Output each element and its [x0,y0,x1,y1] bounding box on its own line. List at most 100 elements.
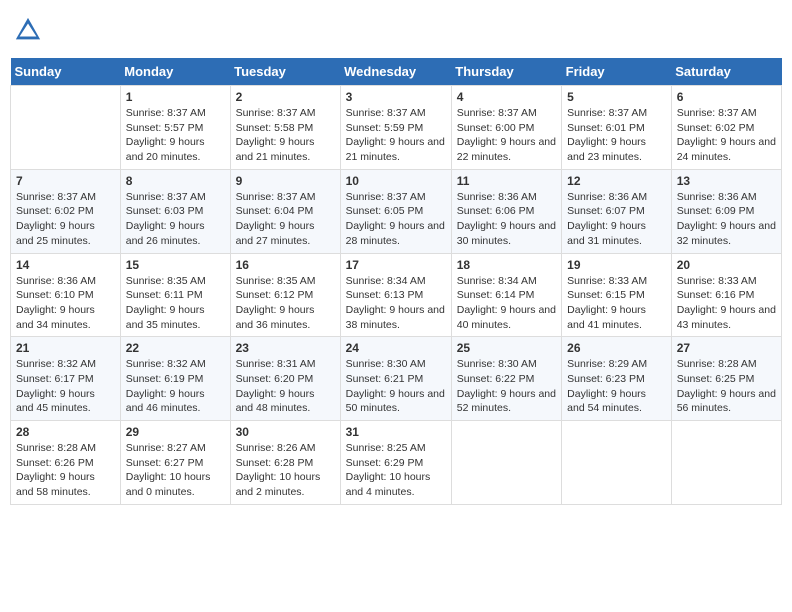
calendar-cell: 22 Sunrise: 8:32 AMSunset: 6:19 PMDayligh… [120,337,230,421]
day-number: 1 [126,90,225,104]
calendar-cell: 14 Sunrise: 8:36 AMSunset: 6:10 PMDayligh… [11,253,121,337]
calendar-cell: 23 Sunrise: 8:31 AMSunset: 6:20 PMDayligh… [230,337,340,421]
day-info: Sunrise: 8:32 AMSunset: 6:19 PMDaylight:… [126,357,225,416]
day-number: 23 [236,341,335,355]
day-number: 14 [16,258,115,272]
day-number: 8 [126,174,225,188]
weekday-header-saturday: Saturday [671,58,781,86]
weekday-header-friday: Friday [562,58,672,86]
day-number: 7 [16,174,115,188]
day-info: Sunrise: 8:36 AMSunset: 6:10 PMDaylight:… [16,274,115,333]
day-info: Sunrise: 8:32 AMSunset: 6:17 PMDaylight:… [16,357,115,416]
day-number: 5 [567,90,666,104]
day-info: Sunrise: 8:28 AMSunset: 6:26 PMDaylight:… [16,441,115,500]
day-info: Sunrise: 8:36 AMSunset: 6:06 PMDaylight:… [457,190,556,249]
logo-icon [14,16,42,44]
day-number: 2 [236,90,335,104]
week-row-4: 21 Sunrise: 8:32 AMSunset: 6:17 PMDayligh… [11,337,782,421]
calendar-cell: 20 Sunrise: 8:33 AMSunset: 6:16 PMDayligh… [671,253,781,337]
logo [14,16,44,44]
weekday-header-monday: Monday [120,58,230,86]
calendar-cell: 21 Sunrise: 8:32 AMSunset: 6:17 PMDayligh… [11,337,121,421]
day-number: 29 [126,425,225,439]
day-number: 28 [16,425,115,439]
day-info: Sunrise: 8:25 AMSunset: 6:29 PMDaylight:… [346,441,446,500]
day-number: 13 [677,174,776,188]
calendar-cell: 31 Sunrise: 8:25 AMSunset: 6:29 PMDayligh… [340,421,451,505]
calendar-cell: 13 Sunrise: 8:36 AMSunset: 6:09 PMDayligh… [671,169,781,253]
day-info: Sunrise: 8:33 AMSunset: 6:15 PMDaylight:… [567,274,666,333]
day-info: Sunrise: 8:36 AMSunset: 6:09 PMDaylight:… [677,190,776,249]
calendar-cell: 19 Sunrise: 8:33 AMSunset: 6:15 PMDayligh… [562,253,672,337]
calendar-cell: 5 Sunrise: 8:37 AMSunset: 6:01 PMDaylight… [562,86,672,170]
calendar-cell: 2Sunrise: 8:37 AMSunset: 5:58 PMDaylight… [230,86,340,170]
day-number: 30 [236,425,335,439]
page-header [10,10,782,50]
calendar-cell: 27 Sunrise: 8:28 AMSunset: 6:25 PMDayligh… [671,337,781,421]
day-info: Sunrise: 8:30 AMSunset: 6:22 PMDaylight:… [457,357,556,416]
day-info: Sunrise: 8:30 AMSunset: 6:21 PMDaylight:… [346,357,446,416]
day-info: Sunrise: 8:27 AMSunset: 6:27 PMDaylight:… [126,441,225,500]
day-number: 24 [346,341,446,355]
day-number: 19 [567,258,666,272]
day-number: 22 [126,341,225,355]
weekday-header-wednesday: Wednesday [340,58,451,86]
calendar-cell: 24 Sunrise: 8:30 AMSunset: 6:21 PMDayligh… [340,337,451,421]
calendar-cell: 17Sunrise: 8:34 AMSunset: 6:13 PMDayligh… [340,253,451,337]
day-number: 15 [126,258,225,272]
day-info: Sunrise: 8:37 AMSunset: 5:59 PMDaylight:… [346,106,446,165]
day-info: Sunrise: 8:37 AMSunset: 6:00 PMDaylight:… [457,106,556,165]
weekday-header-tuesday: Tuesday [230,58,340,86]
calendar-cell: 11 Sunrise: 8:36 AMSunset: 6:06 PMDayligh… [451,169,561,253]
calendar-cell: 15 Sunrise: 8:35 AMSunset: 6:11 PMDayligh… [120,253,230,337]
day-info: Sunrise: 8:37 AMSunset: 6:05 PMDaylight:… [346,190,446,249]
day-number: 18 [457,258,556,272]
day-info: Sunrise: 8:37 AMSunset: 6:02 PMDaylight:… [677,106,776,165]
day-number: 27 [677,341,776,355]
day-number: 6 [677,90,776,104]
calendar-cell: 26Sunrise: 8:29 AMSunset: 6:23 PMDayligh… [562,337,672,421]
day-number: 26 [567,341,666,355]
calendar-cell: 16 Sunrise: 8:35 AMSunset: 6:12 PMDayligh… [230,253,340,337]
day-info: Sunrise: 8:37 AMSunset: 6:01 PMDaylight:… [567,106,666,165]
calendar-cell: 29 Sunrise: 8:27 AMSunset: 6:27 PMDayligh… [120,421,230,505]
day-number: 10 [346,174,446,188]
day-info: Sunrise: 8:33 AMSunset: 6:16 PMDaylight:… [677,274,776,333]
calendar-cell: 28 Sunrise: 8:28 AMSunset: 6:26 PMDayligh… [11,421,121,505]
day-number: 16 [236,258,335,272]
day-info: Sunrise: 8:26 AMSunset: 6:28 PMDaylight:… [236,441,335,500]
day-info: Sunrise: 8:35 AMSunset: 6:11 PMDaylight:… [126,274,225,333]
calendar-cell: 30 Sunrise: 8:26 AMSunset: 6:28 PMDayligh… [230,421,340,505]
day-number: 17 [346,258,446,272]
day-number: 9 [236,174,335,188]
day-info: Sunrise: 8:35 AMSunset: 6:12 PMDaylight:… [236,274,335,333]
calendar-cell: 6 Sunrise: 8:37 AMSunset: 6:02 PMDaylight… [671,86,781,170]
calendar-cell [562,421,672,505]
day-info: Sunrise: 8:34 AMSunset: 6:14 PMDaylight:… [457,274,556,333]
day-info: Sunrise: 8:28 AMSunset: 6:25 PMDaylight:… [677,357,776,416]
weekday-header-thursday: Thursday [451,58,561,86]
day-number: 20 [677,258,776,272]
calendar-cell [11,86,121,170]
calendar-cell [451,421,561,505]
calendar-cell: 8 Sunrise: 8:37 AMSunset: 6:03 PMDaylight… [120,169,230,253]
calendar-table: SundayMondayTuesdayWednesdayThursdayFrid… [10,58,782,505]
day-info: Sunrise: 8:37 AMSunset: 6:03 PMDaylight:… [126,190,225,249]
calendar-cell: 7Sunrise: 8:37 AMSunset: 6:02 PMDaylight… [11,169,121,253]
calendar-cell: 12 Sunrise: 8:36 AMSunset: 6:07 PMDayligh… [562,169,672,253]
calendar-cell: 10 Sunrise: 8:37 AMSunset: 6:05 PMDayligh… [340,169,451,253]
calendar-cell: 4 Sunrise: 8:37 AMSunset: 6:00 PMDaylight… [451,86,561,170]
day-number: 4 [457,90,556,104]
day-number: 31 [346,425,446,439]
calendar-cell: 1Sunrise: 8:37 AMSunset: 5:57 PMDaylight… [120,86,230,170]
day-number: 11 [457,174,556,188]
weekday-header-sunday: Sunday [11,58,121,86]
day-info: Sunrise: 8:31 AMSunset: 6:20 PMDaylight:… [236,357,335,416]
day-number: 21 [16,341,115,355]
calendar-cell: 3Sunrise: 8:37 AMSunset: 5:59 PMDaylight… [340,86,451,170]
calendar-cell: 18 Sunrise: 8:34 AMSunset: 6:14 PMDayligh… [451,253,561,337]
day-number: 25 [457,341,556,355]
day-info: Sunrise: 8:37 AMSunset: 6:04 PMDaylight:… [236,190,335,249]
day-number: 12 [567,174,666,188]
day-info: Sunrise: 8:36 AMSunset: 6:07 PMDaylight:… [567,190,666,249]
